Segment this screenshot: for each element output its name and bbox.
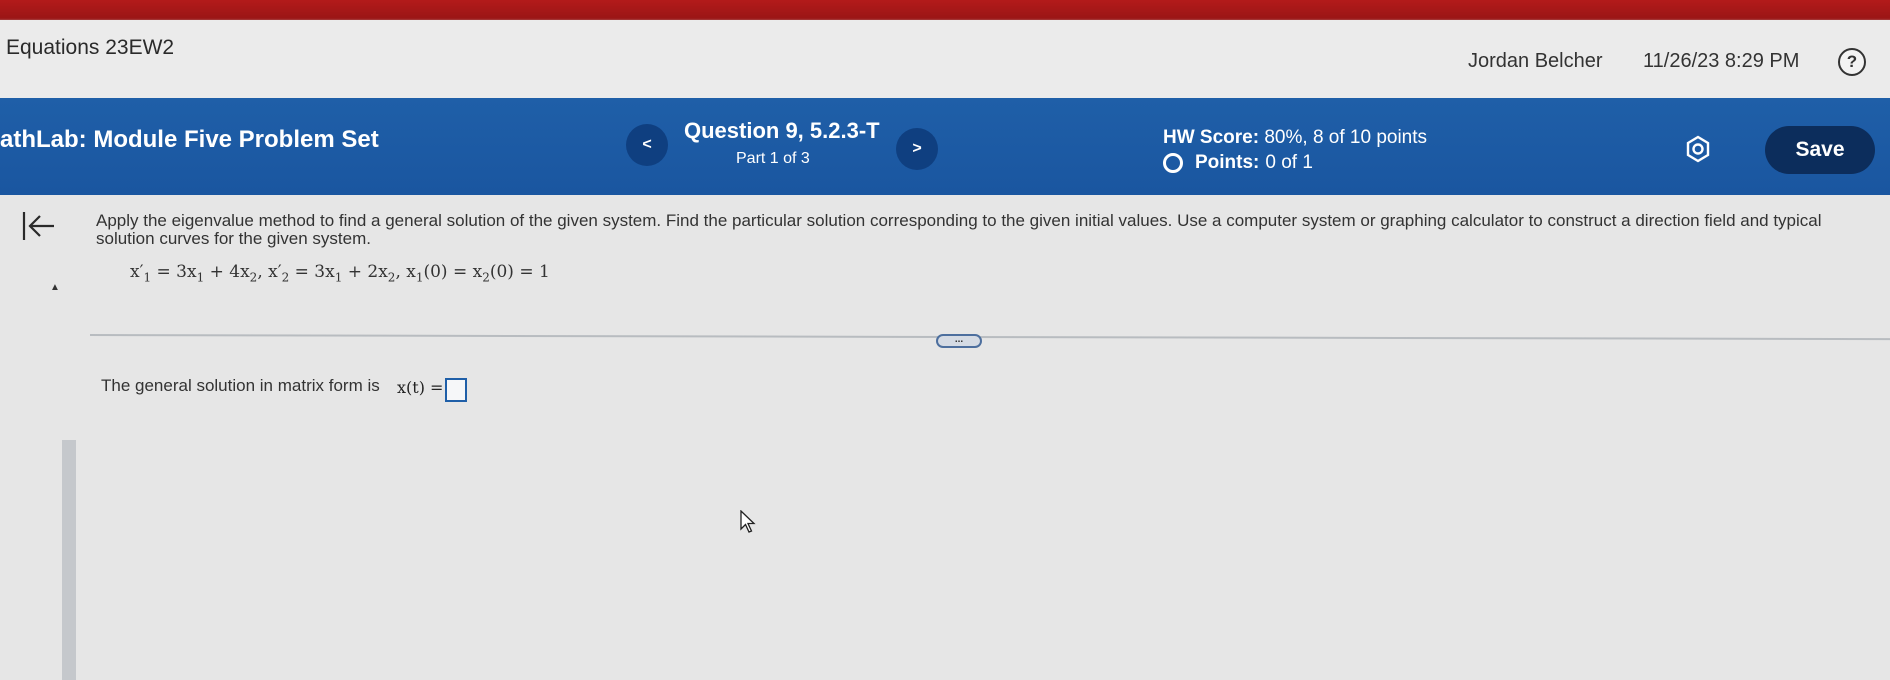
points-value: 0 of 1 (1265, 152, 1313, 173)
eq1-lhs: x′ (130, 262, 144, 282)
init-c: (0) = 1 (489, 262, 550, 282)
answer-prompt: The general solution in matrix form is (101, 376, 380, 395)
course-title: Equations 23EW2 (6, 36, 175, 59)
eq1-lhs-sub: 1 (143, 270, 152, 285)
eq1-rhs-a: = 3x (156, 262, 197, 282)
chevron-left-icon: < (642, 136, 652, 153)
answer-expression: x(t) = (397, 378, 444, 397)
assignment-title: athLab: Module Five Problem Set (0, 126, 379, 153)
eq2-lhs: x′ (268, 262, 282, 282)
points-label: Points: (1195, 152, 1260, 173)
scroll-up-arrow-icon[interactable]: ▲ (50, 282, 60, 293)
part-indicator: Part 1 of 3 (736, 150, 810, 167)
scrollbar-track[interactable] (62, 440, 76, 680)
gear-icon[interactable] (1684, 135, 1712, 163)
question-title: Question 9, 5.2.3-T (684, 118, 880, 143)
help-button[interactable]: ? (1838, 48, 1866, 76)
timestamp: 11/26/23 8:29 PM (1643, 50, 1800, 72)
system-equation: x′1 = 3x1 + 4x2, x′2 = 3x1 + 2x2, x1(0) … (130, 262, 550, 284)
eq2-lhs-sub: 2 (281, 270, 290, 285)
question-prompt: Apply the eigenvalue method to find a ge… (96, 211, 1822, 248)
eq2-rhs-b: + 2x (342, 262, 388, 282)
init-b-sub: 2 (482, 270, 490, 285)
back-to-start-icon[interactable] (20, 208, 56, 244)
question-circle-icon: ? (1846, 52, 1858, 71)
hw-score-value: 80%, 8 of 10 points (1264, 127, 1428, 148)
eq-sep-2: , (395, 262, 407, 282)
init-b: (0) = x (423, 262, 483, 282)
previous-question-button[interactable]: < (626, 124, 668, 166)
header-bar (0, 20, 1890, 98)
mouse-pointer-icon (740, 509, 756, 534)
hw-score-label: HW Score: (1163, 127, 1260, 148)
question-points: Points: 0 of 1 (1163, 152, 1313, 174)
chevron-right-icon: > (912, 140, 922, 157)
user-name: Jordan Belcher (1468, 50, 1603, 72)
eq-sep-1: , (257, 262, 269, 282)
expand-more-button[interactable]: ... (936, 334, 982, 348)
hw-score: HW Score: 80%, 8 of 10 points (1163, 127, 1427, 149)
answer-input-box[interactable] (445, 378, 467, 402)
save-button[interactable]: Save (1765, 126, 1875, 174)
status-circle-icon (1163, 153, 1183, 173)
next-question-button[interactable]: > (896, 128, 938, 170)
eq1-rhs-b: + 4x (204, 262, 250, 282)
init-a: x (406, 262, 416, 282)
eq2-rhs-a: = 3x (294, 262, 335, 282)
